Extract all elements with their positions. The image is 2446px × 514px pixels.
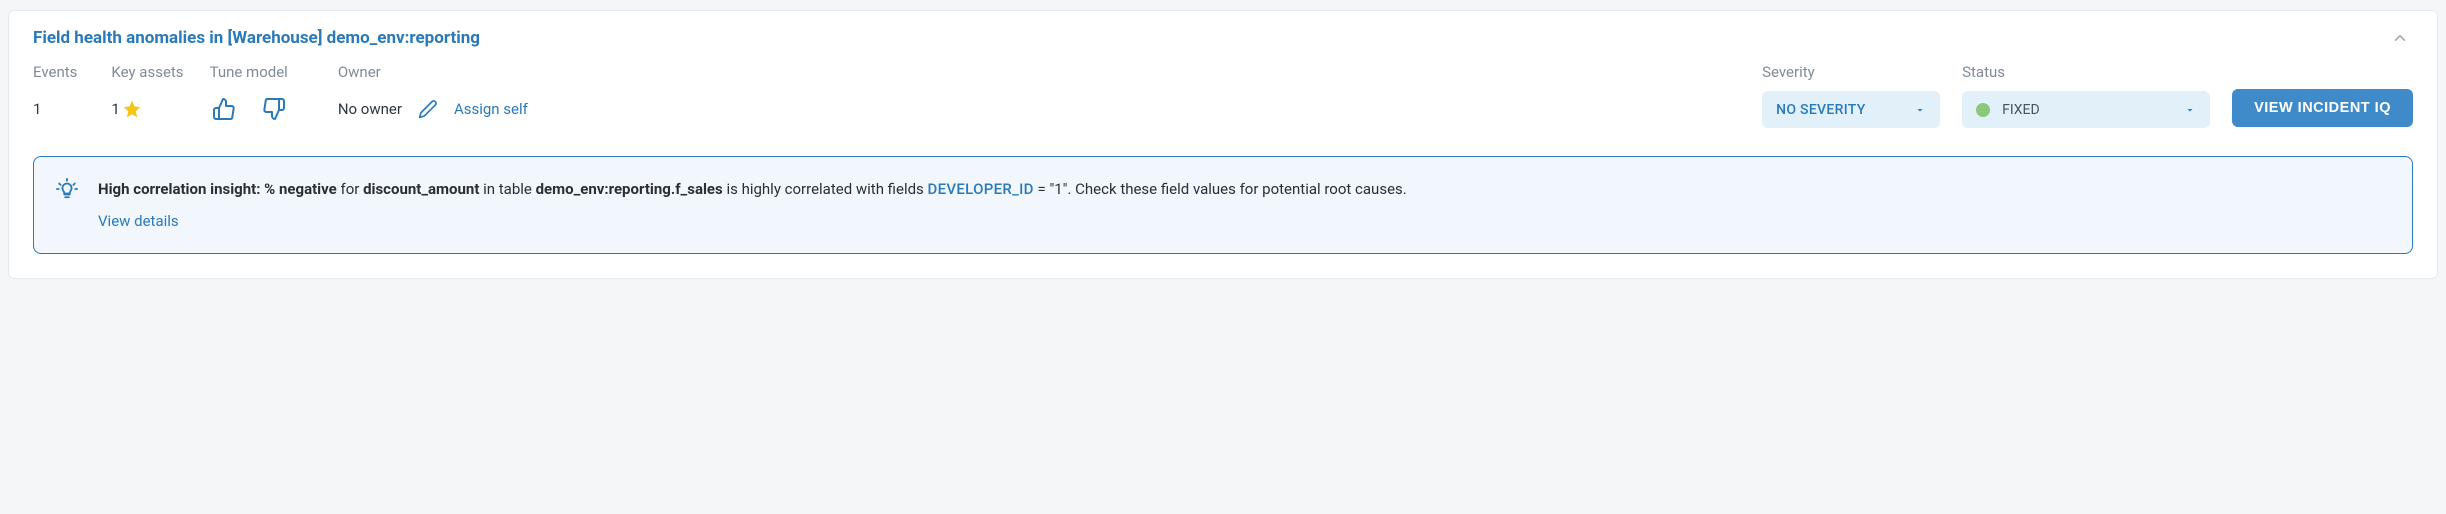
thumbs-up-icon <box>212 97 236 121</box>
lightbulb-icon <box>56 178 78 204</box>
view-incident-iq-button[interactable]: VIEW INCIDENT IQ <box>2232 89 2413 127</box>
severity-select[interactable]: NO SEVERITY <box>1762 91 1940 128</box>
status-block: Status FIXED <box>1962 63 2210 128</box>
key-assets-count: 1 <box>111 100 119 118</box>
status-value: FIXED <box>2002 102 2040 118</box>
insight-text-part: is highly correlated with fields <box>723 180 928 198</box>
tune-model-label: Tune model <box>210 63 288 81</box>
owner-label: Owner <box>338 63 528 81</box>
status-label: Status <box>1962 63 2210 81</box>
pencil-icon <box>418 99 438 119</box>
severity-label: Severity <box>1762 63 1940 81</box>
events-block: Events 1 <box>33 63 77 127</box>
severity-value: NO SEVERITY <box>1776 102 1865 118</box>
star-icon <box>122 99 142 119</box>
incident-card: Field health anomalies in [Warehouse] de… <box>8 10 2438 279</box>
severity-block: Severity NO SEVERITY <box>1762 63 1940 128</box>
status-select[interactable]: FIXED <box>1962 91 2210 128</box>
events-value: 1 <box>33 91 77 127</box>
key-assets-block: Key assets 1 <box>111 63 183 127</box>
insight-table: demo_env:reporting.f_sales <box>536 180 723 198</box>
caret-down-icon <box>2184 104 2196 116</box>
developer-id-link[interactable]: DEVELOPER_ID <box>928 180 1034 198</box>
chevron-up-icon <box>2391 29 2409 47</box>
insight-field: discount_amount <box>363 180 479 198</box>
insight-text-part: in table <box>479 180 535 198</box>
meta-row: Events 1 Key assets 1 Tune model <box>33 63 2413 128</box>
thumbs-down-icon <box>262 97 286 121</box>
thumbs-down-button[interactable] <box>260 95 288 123</box>
tune-model-block: Tune model <box>210 63 288 127</box>
owner-block: Owner No owner Assign self <box>338 63 528 127</box>
right-controls: Severity NO SEVERITY Status FIXED <box>1762 63 2413 128</box>
card-header: Field health anomalies in [Warehouse] de… <box>33 25 2413 51</box>
insight-text-part: for <box>337 180 363 198</box>
insight-lead: High correlation insight: % negative <box>98 180 337 198</box>
insight-text-part: = "1" <box>1034 180 1068 198</box>
status-dot-icon <box>1976 103 1990 117</box>
view-details-link[interactable]: View details <box>98 209 179 233</box>
insight-text-part: . Check these field values for potential… <box>1067 180 1406 198</box>
edit-owner-button[interactable] <box>416 97 440 121</box>
collapse-toggle[interactable] <box>2387 25 2413 51</box>
key-assets-label: Key assets <box>111 63 183 81</box>
caret-down-icon <box>1914 104 1926 116</box>
thumbs-up-button[interactable] <box>210 95 238 123</box>
assign-self-link[interactable]: Assign self <box>454 100 528 118</box>
insight-text: High correlation insight: % negative for… <box>98 177 1407 233</box>
events-label: Events <box>33 63 77 81</box>
insight-card: High correlation insight: % negative for… <box>33 156 2413 254</box>
key-assets-value: 1 <box>111 91 183 127</box>
incident-title-link[interactable]: Field health anomalies in [Warehouse] de… <box>33 28 480 48</box>
owner-value: No owner <box>338 100 402 118</box>
